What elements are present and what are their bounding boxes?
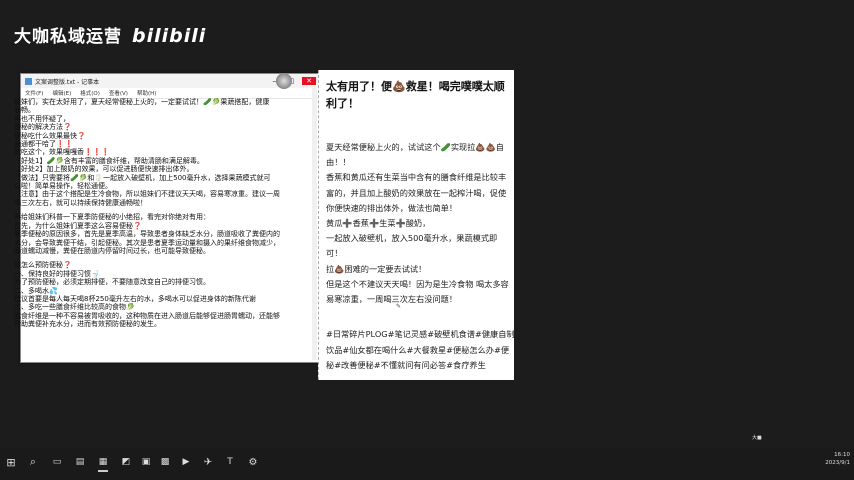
notepad-text-area[interactable]: 姐妹们，实在太好用了，夏天经常便秘上火的，一定要试试！🥒🥬果蔬搭配，健康 通畅。再… xyxy=(14,98,314,329)
notepad-icon xyxy=(25,77,32,85)
post-tag-line: #日常碎片PLOG#笔记灵感#破壁机食谱#健康自制 xyxy=(326,329,515,339)
video-icon[interactable]: ▶ xyxy=(179,455,193,469)
notepad-line: 为了预防便秘，必须定期排便，不要随意改变自己的排便习惯。 xyxy=(14,278,210,287)
notepad-line: 再给姐妹们科普一下夏季防便秘的小绝招，看完对你绝对有用： xyxy=(14,213,210,222)
notepad-line: 首先，为什么姐妹们夏季这么容易便秘❓ xyxy=(14,221,142,230)
post-title: 太有用了！便💩救星！喝完噗噗太顺利了！ xyxy=(326,80,505,110)
pen-icon: ✎ xyxy=(396,303,402,310)
grid-app-icon[interactable]: ▩ xyxy=(158,455,172,469)
file-explorer-icon[interactable]: ▤ xyxy=(73,455,87,469)
notepad-line: 三、多吃一些膳食纤维比较高的食物🥬 xyxy=(14,303,135,312)
bilibili-logo: bilibili xyxy=(132,25,207,47)
notepad-line: 【好处2】加上酸奶的效果，可以促进肠便快速排出体外。 xyxy=(14,165,194,174)
post-body-line: 黄瓜➕香蕉➕生菜➕酸奶， xyxy=(326,218,431,229)
post-body-line: 但是这个不建议天天喝！因为是生冷食物 喝太多容 xyxy=(326,278,509,289)
brand-watermark: 大咖私域运营 bilibili xyxy=(14,22,206,47)
post-body-line: 你便快速的排出体外，做法也简单！ xyxy=(326,202,458,213)
windows-icon[interactable]: ⊞ xyxy=(4,455,18,469)
active-app-indicator xyxy=(98,470,108,472)
menu-help[interactable]: 帮助(H) xyxy=(137,89,156,97)
notepad-line: 水分，会导致粪便干结，引起便秘。其次是患者夏季运动量和摄入的果纤维食物减少， xyxy=(14,238,280,247)
menu-view[interactable]: 查看(V) xyxy=(109,89,128,97)
notepad-line: 膳食纤维是一种不容易被胃吸收的，这种物质在进入肠道后能够促进肠胃蠕动，还能够 xyxy=(14,311,280,320)
notepad-line: 以啦！简单易操作，轻松通便。 xyxy=(14,182,112,191)
notepad-line: 建议首要是每人每天喝8杯250毫升左右的水，多喝水可以促进身体的新陈代谢 xyxy=(14,294,256,303)
post-body-line: 香蕉和黄瓜还有生菜当中含有的膳食纤维是比较丰 xyxy=(326,172,507,183)
notepad-line: 肠道蠕动减慢，粪便在肠道内停留时间过长，也可能导致便秘。 xyxy=(14,246,210,255)
notepad-line: 【好处1】🥒🥬含有丰富的膳食纤维，帮助清肠和满足解毒。 xyxy=(14,156,204,165)
photos-icon[interactable]: ◩ xyxy=(119,455,133,469)
post-body-line: 可！ xyxy=(326,248,343,259)
menu-file[interactable]: 文件(F) xyxy=(25,89,43,97)
notepad-line: 喝三次左右，就可以持续保持健康通畅啦！ xyxy=(14,198,147,207)
notepad-line: 该怎么预防便秘❓ xyxy=(14,261,72,270)
notepad-line: 帮助粪便补充水分，进而有效预防便秘的发生。 xyxy=(14,320,161,329)
notepad-line: 通通都干哈了❗❗ xyxy=(14,140,74,149)
clock-date: 2023/9/1 xyxy=(825,460,850,466)
notepad-titlebar[interactable]: 文案调整版.txt - 记事本 — □ ✕ xyxy=(21,74,318,88)
mouse-cursor-icon xyxy=(276,73,292,89)
notepad-line: 一、保持良好的排便习惯🚽 xyxy=(14,269,100,278)
post-body-line: 拉💩困难的一定要去试试！ xyxy=(326,263,427,274)
notepad-title: 文案调整版.txt - 记事本 xyxy=(35,78,100,86)
notepad-taskbar-icon[interactable]: ▦ xyxy=(96,455,110,469)
clock[interactable]: 16:10 2023/9/1 xyxy=(825,451,850,467)
post-tags: #日常碎片PLOG#笔记灵感#破壁机食谱#健康自制 饮品#仙女都在喝什么#大餐救星… xyxy=(326,327,515,374)
notepad-line: 再也不用怀疑了， xyxy=(14,114,70,123)
search-icon[interactable]: ⌕ xyxy=(26,455,40,469)
tray-badge[interactable]: 大■ xyxy=(752,434,762,441)
post-body-line: 一起放入破壁机，放入500毫升水，果蔬模式即 xyxy=(326,233,498,244)
notepad-line: 便秘吃什么效果最快❓ xyxy=(14,131,86,140)
notepad-scrollbar[interactable] xyxy=(312,88,317,360)
notepad-line: 姐妹们，实在太好用了，夏天经常便秘上火的，一定要试试！🥒🥬果蔬搭配，健康 xyxy=(14,98,270,106)
post-body-line: 夏天经常便秘上火的，试试这个🥒实现拉💩💩自 xyxy=(326,142,504,152)
post-body-line: 富的，并且加上酸奶的效果放在一起榨汁喝，促使 xyxy=(326,187,507,198)
notepad-line: 【注意】由于这个搭配是生冷食物，所以姐妹们不建议天天喝，容易寒凉重。建议一周 xyxy=(14,190,280,199)
notepad-line: 便秘的解决方法❓ xyxy=(14,123,72,132)
notepad-line: 【做法】只需要将🥒🥬和🥛一起放入破壁机，加上500毫升水，选择果蔬模式就可 xyxy=(14,173,271,182)
post-body-line: 由！！ xyxy=(326,157,351,168)
notepad-line: 就吃这个，效果嘎嘎香❗❗❗ xyxy=(14,148,111,157)
post-tag-line: 秘#改善便秘#不懂就问有问必答#食疗养生 xyxy=(326,360,486,370)
menu-edit[interactable]: 编辑(E) xyxy=(52,89,71,97)
panel-divider xyxy=(318,70,320,380)
post-tag-line: 饮品#仙女都在喝什么#大餐救星#便秘怎么办#便 xyxy=(326,344,510,355)
post-body: 夏天经常便秘上火的，试试这个🥒实现拉💩💩自 由！！ 香蕉和黄瓜还有生菜当中含有的膳食… xyxy=(326,140,510,307)
close-button[interactable]: ✕ xyxy=(302,77,316,85)
airplane-icon[interactable]: ✈ xyxy=(201,455,215,469)
menu-format[interactable]: 格式(O) xyxy=(80,89,100,97)
notepad-line: 通畅。 xyxy=(14,106,35,115)
clock-time: 16:10 xyxy=(834,452,850,458)
brand-name: 大咖私域运营 xyxy=(14,27,122,47)
typora-icon[interactable]: T xyxy=(223,455,237,469)
notepad-line: 夏季便秘的原因很多，首先是夏季高温，导致患者身体缺乏水分，肠道吸收了粪便内的 xyxy=(14,230,280,239)
settings-icon[interactable]: ⚙ xyxy=(246,455,260,469)
task-view-icon[interactable]: ▭ xyxy=(50,455,64,469)
post-body-line: 易寒凉重，一周喝三次左右没问题！ xyxy=(326,294,458,305)
notepad-line: 二、多喝水💦 xyxy=(14,286,58,295)
store-icon[interactable]: ▣ xyxy=(139,455,153,469)
